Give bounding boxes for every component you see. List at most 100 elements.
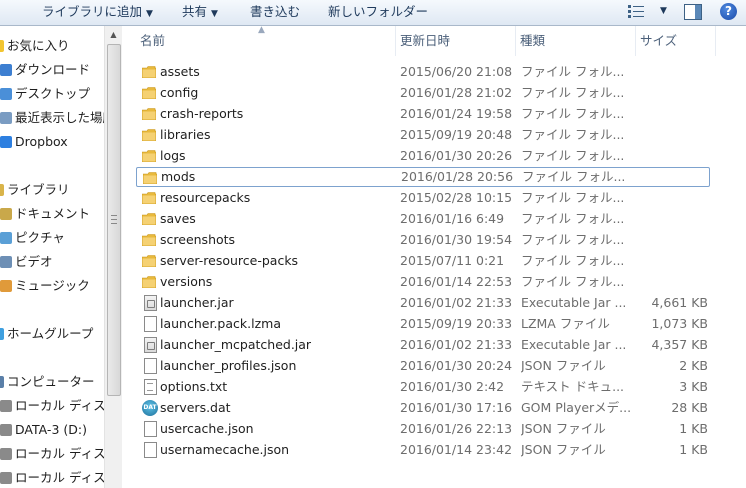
file-row[interactable]: usercache.json 2016/01/26 22:13 JSON ファイル 1… — [136, 419, 710, 439]
dropbox-icon — [0, 136, 12, 148]
file-size: 2 KB — [679, 358, 708, 373]
download-folder-icon — [0, 64, 12, 76]
file-size: 4,357 KB — [651, 337, 708, 352]
folder-icon — [142, 146, 158, 166]
file-date: 2016/01/30 19:54 — [400, 232, 513, 247]
nav-item[interactable]: ミュージック — [0, 276, 90, 296]
column-size-header[interactable]: サイズ — [636, 26, 716, 56]
nav-item[interactable]: ローカル ディスク — [0, 396, 104, 416]
file-row[interactable]: config 2016/01/28 21:02 ファイル フォル... — [136, 83, 710, 103]
file-row[interactable]: resourcepacks 2015/02/28 10:15 ファイル フォル... — [136, 188, 710, 208]
file-name: config — [160, 85, 199, 100]
file-row[interactable]: DAT servers.dat 2016/01/30 17:16 GOM Player… — [136, 398, 710, 418]
folder-icon — [142, 188, 158, 208]
file-date: 2016/01/14 23:42 — [400, 442, 513, 457]
file-row[interactable]: launcher.pack.lzma 2015/09/19 20:33 LZMA フ… — [136, 314, 710, 334]
nav-item[interactable]: ライブラリ — [0, 180, 70, 200]
nav-item[interactable]: ローカル ディスク — [0, 444, 104, 464]
music-icon — [0, 280, 12, 292]
nav-item[interactable]: コンピューター — [0, 372, 95, 392]
chevron-down-icon: ▼ — [660, 6, 667, 16]
file-row[interactable]: assets 2015/06/20 21:08 ファイル フォル... — [136, 62, 710, 82]
nav-item[interactable]: Dropbox — [0, 132, 68, 152]
file-name: screenshots — [160, 232, 236, 247]
file-row[interactable]: launcher_profiles.json 2016/01/30 20:24 JS… — [136, 356, 710, 376]
add-to-library-button[interactable]: ライブラリに追加 ▼ — [42, 3, 153, 21]
column-name-header[interactable]: ▲ 名前 — [122, 25, 396, 56]
file-row[interactable]: saves 2016/01/16 6:49 ファイル フォル... — [136, 209, 710, 229]
nav-item-label: ホームグループ — [7, 326, 94, 341]
library-icon — [0, 184, 4, 196]
add-to-library-label: ライブラリに追加 — [42, 4, 143, 19]
file-icon — [142, 356, 158, 376]
nav-item[interactable]: DATA-3 (D:) — [0, 420, 87, 440]
file-row[interactable]: screenshots 2016/01/30 19:54 ファイル フォル... — [136, 230, 710, 250]
column-date-header[interactable]: 更新日時 — [396, 26, 516, 56]
column-type-header[interactable]: 種類 — [516, 26, 636, 56]
file-date: 2015/06/20 21:08 — [400, 64, 513, 79]
file-row[interactable]: launcher_mcpatched.jar 2016/01/02 21:33 Ex… — [136, 335, 710, 355]
nav-item[interactable]: ドキュメント — [0, 204, 90, 224]
file-type: ファイル フォル... — [521, 85, 625, 100]
view-options-button[interactable]: ▼ — [628, 2, 668, 20]
file-size: 1 KB — [679, 442, 708, 457]
file-row[interactable]: logs 2016/01/30 20:26 ファイル フォル... — [136, 146, 710, 166]
nav-scrollbar[interactable]: ▲ — [104, 26, 122, 488]
file-name: saves — [160, 211, 196, 226]
new-folder-button[interactable]: 新しいフォルダー — [328, 3, 428, 21]
chevron-down-icon: ▼ — [146, 9, 153, 19]
nav-item-label: コンピューター — [7, 374, 95, 389]
file-date: 2015/02/28 10:15 — [400, 190, 513, 205]
dat-file-icon: DAT — [142, 398, 158, 418]
help-button[interactable]: ? — [720, 3, 737, 20]
nav-item[interactable]: ダウンロード — [0, 60, 90, 80]
nav-item[interactable]: 最近表示した場所 — [0, 108, 104, 128]
preview-pane-button[interactable] — [684, 4, 702, 20]
file-row[interactable]: launcher.jar 2016/01/02 21:33 Executable J… — [136, 293, 710, 313]
column-date-label: 更新日時 — [400, 33, 451, 48]
nav-item[interactable]: ピクチャ — [0, 228, 65, 248]
file-date: 2016/01/02 21:33 — [400, 295, 513, 310]
file-type: LZMA ファイル — [521, 316, 610, 331]
nav-item[interactable]: デスクトップ — [0, 84, 91, 104]
file-size: 3 KB — [679, 379, 708, 394]
nav-item[interactable]: ホームグループ — [0, 324, 93, 344]
file-type: ファイル フォル... — [521, 190, 625, 205]
sort-ascending-icon: ▲ — [258, 25, 265, 35]
nav-item-label: デスクトップ — [15, 86, 91, 101]
nav-item-label: お気に入り — [7, 38, 70, 53]
file-date: 2015/09/19 20:48 — [400, 127, 513, 142]
folder-icon — [142, 62, 158, 82]
file-row[interactable]: usernamecache.json 2016/01/14 23:42 JSON フ… — [136, 440, 710, 460]
scroll-up-arrow-icon[interactable]: ▲ — [105, 26, 122, 43]
share-button[interactable]: 共有 ▼ — [182, 3, 218, 21]
file-date: 2016/01/26 22:13 — [400, 421, 513, 436]
file-icon — [142, 440, 158, 460]
file-name: servers.dat — [160, 400, 231, 415]
desktop-icon — [0, 88, 12, 100]
file-row[interactable]: server-resource-packs 2015/07/11 0:21 ファイル… — [136, 251, 710, 271]
file-type: ファイル フォル... — [521, 253, 625, 268]
file-type: Executable Jar ... — [521, 295, 627, 310]
file-size: 1 KB — [679, 421, 708, 436]
file-row[interactable]: crash-reports 2016/01/24 19:58 ファイル フォル... — [136, 104, 710, 124]
nav-item[interactable]: お気に入り — [0, 36, 70, 56]
file-date: 2016/01/30 20:26 — [400, 148, 513, 163]
grip-icon — [111, 215, 117, 224]
command-bar: ライブラリに追加 ▼ 共有 ▼ 書き込む 新しいフォルダー ▼ ? — [0, 0, 746, 26]
file-row[interactable]: versions 2016/01/14 22:53 ファイル フォル... — [136, 272, 710, 292]
videos-icon — [0, 256, 12, 268]
file-type: ファイル フォル... — [521, 211, 625, 226]
file-type: GOM Playerメデ... — [521, 400, 632, 415]
file-name: launcher.jar — [160, 295, 234, 310]
file-row[interactable]: options.txt 2016/01/30 2:42 テキスト ドキュ... 3 K… — [136, 377, 710, 397]
nav-item[interactable]: ビデオ — [0, 252, 53, 272]
file-row[interactable]: libraries 2015/09/19 20:48 ファイル フォル... — [136, 125, 710, 145]
view-options-icon — [628, 5, 644, 18]
file-row[interactable]: mods 2016/01/28 20:56 ファイル フォル... — [136, 167, 710, 187]
jar-file-icon — [142, 335, 158, 355]
file-type: ファイル フォル... — [521, 148, 625, 163]
nav-item-label: ビデオ — [15, 254, 53, 269]
nav-item[interactable]: ローカル ディスク — [0, 468, 104, 488]
scroll-thumb[interactable] — [107, 44, 121, 396]
